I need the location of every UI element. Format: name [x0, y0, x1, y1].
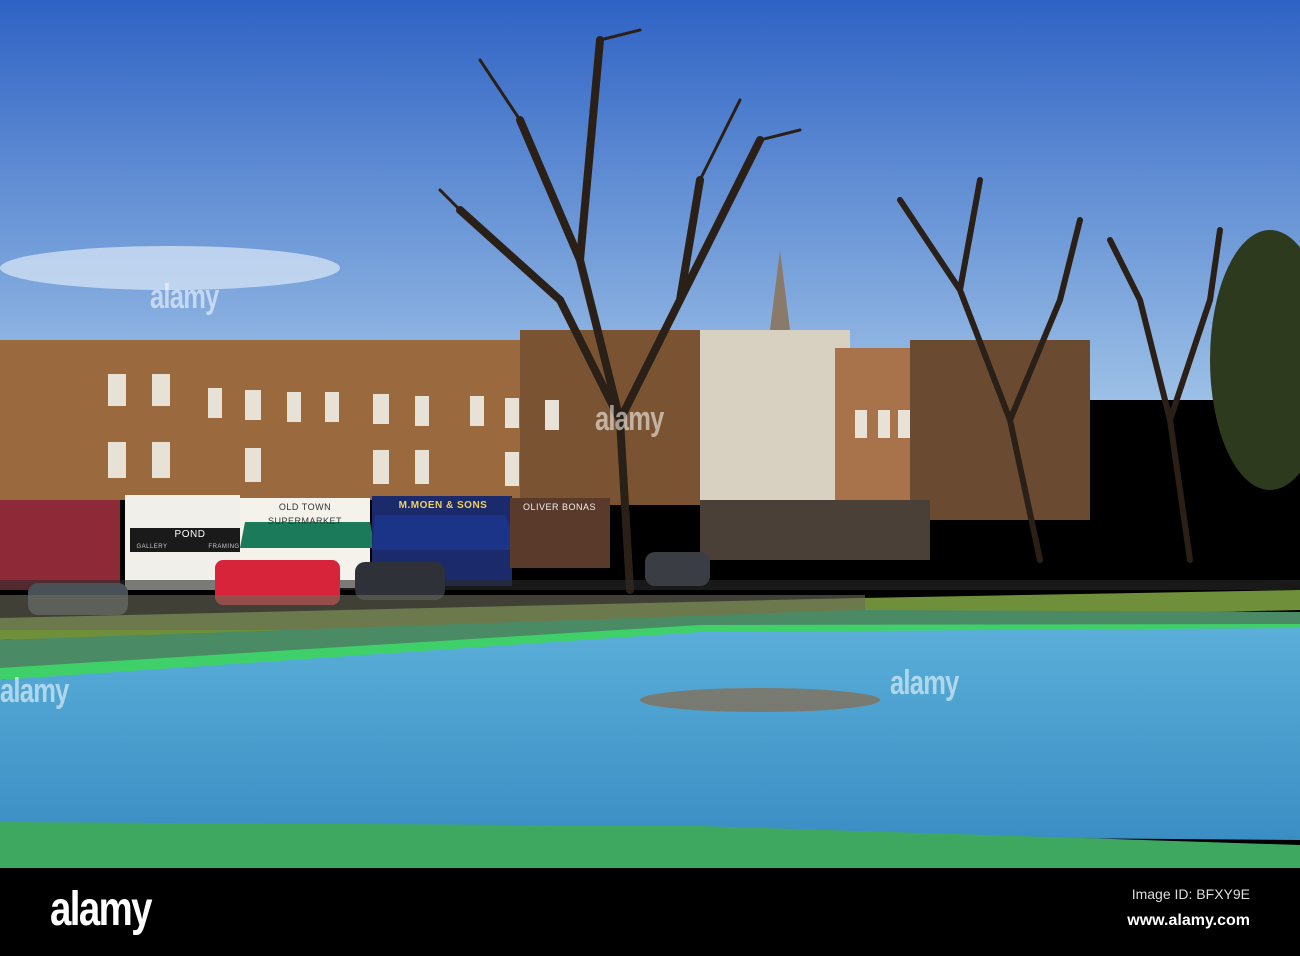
footer-bar: alamy Image ID: BFXY9E www.alamy.com	[0, 868, 1300, 956]
alamy-logo: alamy	[50, 883, 152, 936]
watermark: alamy	[890, 664, 959, 702]
sign-framing: FRAMING	[208, 544, 240, 550]
website-link[interactable]: www.alamy.com	[1127, 912, 1250, 930]
watermark: alamy	[150, 278, 219, 316]
mud-patch	[640, 688, 880, 712]
car	[355, 562, 445, 600]
sign-gallery: GALLERY	[136, 544, 168, 550]
car	[645, 552, 710, 586]
sign-oliver-bonas: OLIVER BONAS	[522, 502, 597, 512]
photo-scene: OLD TOWN SUPERMARKET M.MOEN & SONS OLIVE…	[0, 0, 1300, 868]
watermark: alamy	[0, 672, 69, 710]
image-id: Image ID: BFXY9E	[1131, 886, 1250, 902]
sign-m-moen-sons: M.MOEN & SONS	[398, 500, 488, 511]
sign-old-town-supermarket: OLD TOWN SUPERMARKET	[267, 502, 342, 526]
watermark: alamy	[595, 400, 664, 438]
